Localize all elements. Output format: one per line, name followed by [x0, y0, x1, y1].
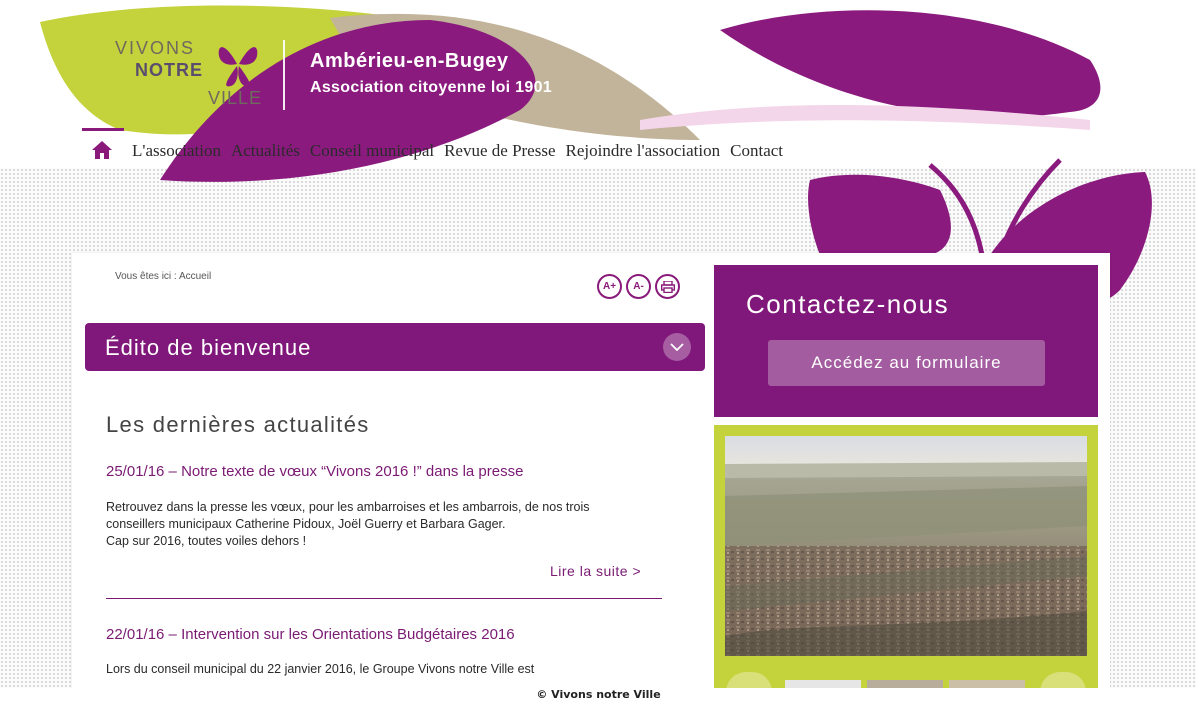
contact-title: Contactez-nous: [746, 289, 950, 319]
butterfly-icon: [218, 47, 258, 87]
purple-leaf-side-1: [808, 174, 951, 255]
copyright-caption: © Vivons notre Ville: [0, 688, 1197, 702]
main-nav: L'association Actualités Conseil municip…: [82, 128, 783, 162]
chevron-down-icon[interactable]: [663, 333, 691, 361]
logo-word-vivons: VIVONS: [115, 38, 196, 58]
nav-item-association[interactable]: L'association: [132, 141, 221, 161]
breadcrumb: Vous êtes ici : Accueil: [115, 271, 211, 282]
print-button[interactable]: [655, 274, 680, 299]
edito-title: Édito de bienvenue: [105, 335, 312, 360]
slider-thumbnail[interactable]: [785, 680, 861, 688]
page-tools: A+ A-: [597, 274, 680, 299]
breadcrumb-prefix: Vous êtes ici :: [115, 271, 177, 282]
article-excerpt-line: conseillers municipaux Catherine Pidoux,…: [106, 517, 506, 531]
nav-item-actualites[interactable]: Actualités: [231, 141, 300, 161]
breadcrumb-current[interactable]: Accueil: [179, 271, 211, 282]
news-section-title: Les dernières actualités: [106, 412, 370, 437]
nav-home[interactable]: [82, 128, 124, 162]
edito-accordion[interactable]: Édito de bienvenue: [85, 323, 705, 371]
contact-box: Contactez-nous Accédez au formulaire: [714, 265, 1098, 417]
purple-leaf-right: [720, 10, 1101, 118]
nav-item-conseil-municipal[interactable]: Conseil municipal: [310, 141, 434, 161]
article-divider: [106, 598, 662, 599]
article-excerpt-line: Lors du conseil municipal du 22 janvier …: [106, 662, 535, 676]
article-excerpt: Lors du conseil municipal du 22 janvier …: [106, 661, 666, 678]
font-decrease-button[interactable]: A-: [626, 274, 651, 299]
article-excerpt-line: Retrouvez dans la presse les vœux, pour …: [106, 500, 590, 514]
home-icon: [92, 141, 112, 159]
slider-thumbnail[interactable]: [867, 680, 943, 688]
association-subtitle: Association citoyenne loi 1901: [310, 79, 552, 96]
logo-word-ville: VILLE: [208, 88, 263, 108]
slider-thumbnail[interactable]: [949, 680, 1025, 688]
nav-item-contact[interactable]: Contact: [730, 141, 783, 161]
article-excerpt-line: Cap sur 2016, toutes voiles dehors !: [106, 534, 307, 548]
logo[interactable]: VIVONS NOTRE VILLE: [115, 36, 285, 112]
article-excerpt: Retrouvez dans la presse les vœux, pour …: [106, 499, 666, 550]
nav-item-rejoindre[interactable]: Rejoindre l'association: [566, 141, 721, 161]
city-photo[interactable]: [725, 436, 1087, 656]
contact-form-button[interactable]: Accédez au formulaire: [768, 340, 1045, 386]
read-more-link[interactable]: Lire la suite >: [550, 563, 641, 579]
font-increase-button[interactable]: A+: [597, 274, 622, 299]
city-photo-image: [725, 436, 1087, 656]
nav-item-revue-de-presse[interactable]: Revue de Presse: [444, 141, 555, 161]
article-title[interactable]: 25/01/16 – Notre texte de vœux “Vivons 2…: [106, 463, 523, 480]
logo-word-notre: NOTRE: [135, 60, 203, 80]
photo-slider: [714, 425, 1098, 688]
article-title[interactable]: 22/01/16 – Intervention sur les Orientat…: [106, 626, 515, 643]
city-name: Ambérieu-en-Bugey: [310, 50, 509, 72]
site-tagline: Ambérieu-en-Bugey Association citoyenne …: [310, 50, 552, 97]
print-icon: [660, 280, 675, 293]
logo-separator: [283, 40, 285, 110]
